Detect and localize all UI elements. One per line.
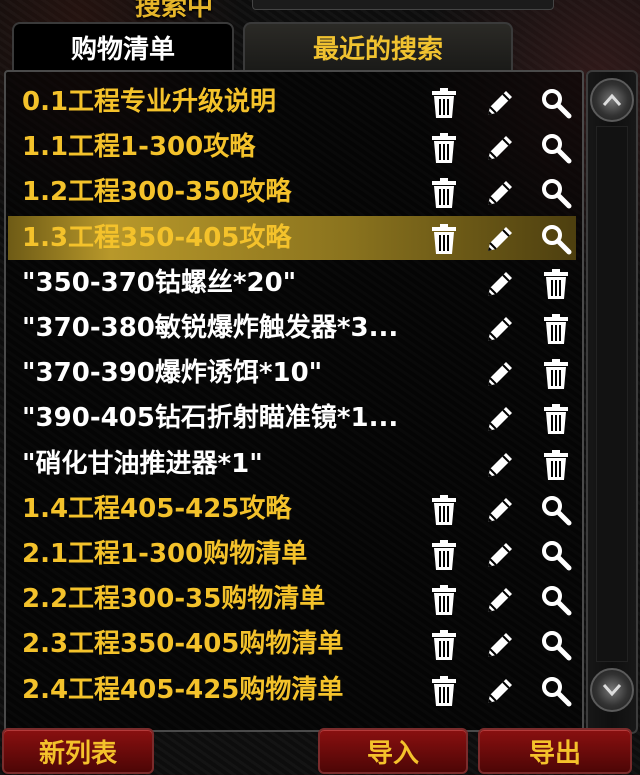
list-item-label: "硝化甘油推进器*1" [22, 448, 263, 479]
magnifier-icon[interactable] [540, 132, 572, 164]
pencil-icon[interactable] [484, 313, 516, 345]
import-button-label: 导入 [366, 738, 419, 769]
trash-icon[interactable] [428, 539, 460, 571]
trash-icon[interactable] [428, 223, 460, 255]
trash-icon[interactable] [540, 313, 572, 345]
trash-icon[interactable] [428, 87, 460, 119]
magnifier-icon[interactable] [540, 494, 572, 526]
trash-icon[interactable] [428, 629, 460, 661]
pencil-icon[interactable] [484, 87, 516, 119]
pencil-icon[interactable] [484, 403, 516, 435]
magnifier-icon[interactable] [540, 629, 572, 661]
magnifier-icon[interactable] [540, 675, 572, 707]
search-header: 搜索中 [0, 0, 640, 22]
list-item-label: 1.2工程300-350攻略 [22, 177, 292, 208]
list-item[interactable]: "硝化甘油推进器*1" [8, 442, 576, 486]
search-input[interactable] [252, 0, 554, 10]
arrow-up-icon [602, 93, 622, 106]
pencil-icon[interactable] [484, 449, 516, 481]
list-item-label: 2.2工程300-35购物清单 [22, 584, 326, 615]
new-list-button-label: 新列表 [38, 738, 117, 769]
pencil-icon[interactable] [484, 223, 516, 255]
pencil-icon[interactable] [484, 675, 516, 707]
list-item[interactable]: "350-370钴螺丝*20" [8, 261, 576, 305]
list-item[interactable]: 1.3工程350-405攻略 [8, 215, 576, 260]
list-item[interactable]: 2.4工程405-425购物清单 [8, 668, 576, 712]
list-item-label: "350-370钴螺丝*20" [22, 267, 297, 298]
trash-icon[interactable] [428, 675, 460, 707]
tab-recent-searches-label: 最近的搜索 [312, 34, 443, 65]
list-item[interactable]: 1.2工程300-350攻略 [8, 170, 576, 214]
export-button-label: 导出 [528, 738, 581, 769]
import-button[interactable]: 导入 [318, 728, 468, 774]
trash-icon[interactable] [540, 358, 572, 390]
scroll-up-button[interactable] [590, 78, 634, 122]
list-item-label: "390-405钻石折射瞄准镜*1... [22, 403, 399, 434]
list-item-label: 1.3工程350-405攻略 [22, 222, 292, 253]
scroll-down-button[interactable] [590, 668, 634, 712]
magnifier-icon[interactable] [540, 584, 572, 616]
trash-icon[interactable] [540, 268, 572, 300]
list-item[interactable]: "370-390爆炸诱饵*10" [8, 351, 576, 395]
pencil-icon[interactable] [484, 132, 516, 164]
list-item-label: 2.4工程405-425购物清单 [22, 674, 344, 705]
trash-icon[interactable] [428, 177, 460, 209]
list-item[interactable]: 0.1工程专业升级说明 [8, 80, 576, 124]
magnifier-icon[interactable] [540, 223, 572, 255]
pencil-icon[interactable] [484, 539, 516, 571]
tab-shopping-list-label: 购物清单 [70, 34, 175, 65]
list-item-label: "370-380敏锐爆炸触发器*3... [22, 313, 399, 343]
pencil-icon[interactable] [484, 494, 516, 526]
list-item-label: 1.4工程405-425攻略 [22, 493, 292, 524]
search-header-label: 搜索中 [135, 0, 214, 22]
list-item[interactable]: "370-380敏锐爆炸触发器*3... [8, 306, 576, 350]
list-item[interactable]: 1.4工程405-425攻略 [8, 487, 576, 531]
magnifier-icon[interactable] [540, 539, 572, 571]
trash-icon[interactable] [540, 449, 572, 481]
trash-icon[interactable] [540, 403, 572, 435]
magnifier-icon[interactable] [540, 177, 572, 209]
trash-icon[interactable] [428, 132, 460, 164]
new-list-button[interactable]: 新列表 [2, 728, 154, 774]
pencil-icon[interactable] [484, 268, 516, 300]
arrow-down-icon [602, 684, 622, 697]
list-item[interactable]: "390-405钻石折射瞄准镜*1... [8, 396, 576, 440]
pencil-icon[interactable] [484, 629, 516, 661]
list-item-label: 0.1工程专业升级说明 [22, 87, 277, 117]
magnifier-icon[interactable] [540, 87, 572, 119]
list-item[interactable]: 2.1工程1-300购物清单 [8, 532, 576, 576]
list-item[interactable]: 2.3工程350-405购物清单 [8, 622, 576, 666]
list-item[interactable]: 2.2工程300-35购物清单 [8, 577, 576, 621]
list-item-label: 2.1工程1-300购物清单 [22, 539, 308, 569]
export-button[interactable]: 导出 [478, 728, 632, 774]
list-item[interactable]: 1.1工程1-300攻略 [8, 125, 576, 169]
tab-shopping-list[interactable]: 购物清单 [12, 22, 234, 70]
tab-recent-searches[interactable]: 最近的搜索 [243, 22, 513, 70]
list-item-label: 1.1工程1-300攻略 [22, 132, 256, 163]
trash-icon[interactable] [428, 584, 460, 616]
list-item-label: "370-390爆炸诱饵*10" [22, 358, 323, 389]
scroll-track[interactable] [596, 126, 628, 662]
scrollbar[interactable] [586, 70, 638, 734]
pencil-icon[interactable] [484, 177, 516, 209]
pencil-icon[interactable] [484, 358, 516, 390]
trash-icon[interactable] [428, 494, 460, 526]
pencil-icon[interactable] [484, 584, 516, 616]
list-item-label: 2.3工程350-405购物清单 [22, 629, 344, 660]
